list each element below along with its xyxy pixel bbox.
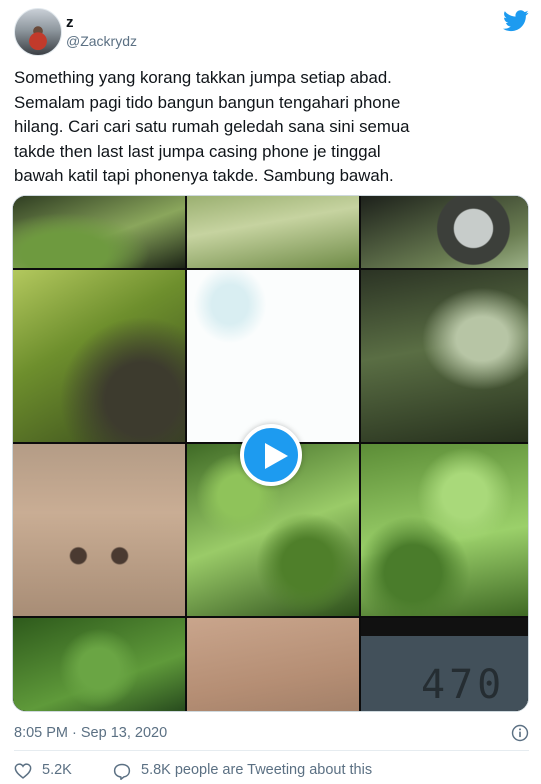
thumbnail-tile	[361, 196, 528, 268]
comment-icon[interactable]	[113, 763, 131, 780]
tweet-text: Something yang korang takkan jumpa setia…	[14, 68, 410, 185]
thumbnail-tile	[361, 270, 528, 442]
avatar[interactable]	[14, 8, 62, 56]
play-button[interactable]	[240, 424, 302, 486]
timestamp[interactable]: 8:05 PM · Sep 13, 2020	[14, 725, 167, 741]
people-tweeting-link[interactable]: 5.8K people are Tweeting about this	[141, 762, 372, 778]
thumbnail-tile	[187, 270, 359, 442]
info-icon[interactable]	[511, 724, 529, 742]
thumbnail-tile	[13, 618, 185, 711]
tweet-card: z @Zackrydz Something yang korang takkan…	[0, 0, 541, 784]
thumbnail-tile	[13, 196, 185, 268]
thumbnail-tile	[13, 444, 185, 616]
thumbnail-tile	[187, 196, 359, 268]
thumbnail-tile	[13, 270, 185, 442]
display-numerals: 470	[421, 662, 506, 708]
tweet-header: z @Zackrydz	[14, 8, 529, 58]
like-count: 5.2K	[42, 762, 72, 778]
heart-icon[interactable]	[14, 763, 32, 779]
display-name[interactable]: z	[66, 14, 74, 31]
tweet-meta: 8:05 PM · Sep 13, 2020	[14, 724, 529, 744]
twitter-bird-icon[interactable]	[503, 10, 529, 32]
play-icon	[265, 443, 288, 469]
divider	[14, 750, 529, 751]
thumbnail-tile	[187, 618, 359, 711]
thumbnail-tile	[361, 444, 528, 616]
video-media[interactable]: 470	[12, 195, 529, 712]
user-handle[interactable]: @Zackrydz	[66, 33, 137, 49]
thumbnail-tile: 470	[361, 618, 528, 711]
tweet-actions: 5.2K 5.8K people are Tweeting about this	[14, 762, 529, 782]
